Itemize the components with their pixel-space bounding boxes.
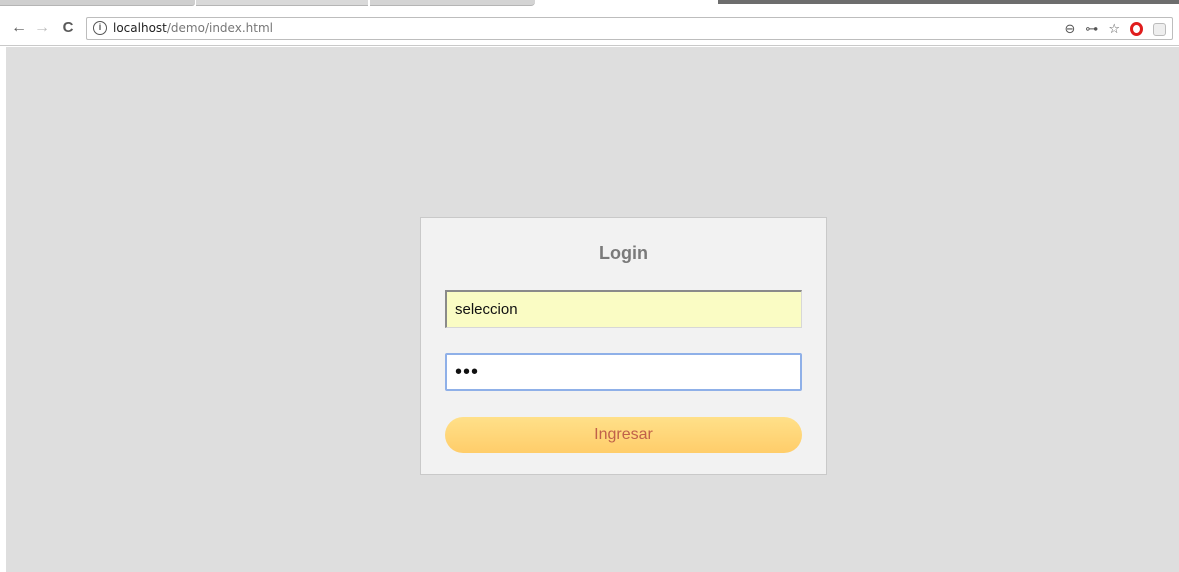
key-icon[interactable]: ⊶	[1085, 21, 1098, 37]
browser-toolbar: ← → C i localhost/demo/index.html ⊖ ⊶ ☆	[0, 12, 1179, 46]
login-panel: Login Ingresar	[420, 217, 827, 475]
back-button[interactable]: ←	[8, 17, 30, 39]
username-input[interactable]	[445, 290, 802, 328]
address-bar[interactable]: i localhost/demo/index.html ⊖ ⊶ ☆	[86, 17, 1173, 40]
login-title: Login	[599, 243, 648, 263]
login-submit-button[interactable]: Ingresar	[445, 417, 802, 453]
url-text[interactable]: localhost/demo/index.html	[113, 21, 273, 35]
browser-tab-3[interactable]	[370, 0, 535, 6]
browser-tab-active[interactable]	[718, 0, 1179, 4]
star-icon[interactable]: ☆	[1108, 21, 1120, 37]
tab-strip	[0, 0, 1179, 12]
page-body: Login Ingresar	[6, 47, 1179, 572]
forward-button[interactable]: →	[31, 17, 53, 39]
url-host: localhost	[113, 21, 167, 35]
url-path: /demo/index.html	[166, 21, 273, 35]
zoom-out-icon[interactable]: ⊖	[1064, 21, 1075, 37]
browser-tab-1[interactable]	[0, 0, 195, 6]
browser-tab-2[interactable]	[196, 0, 368, 6]
reload-button[interactable]: C	[57, 17, 79, 39]
info-icon[interactable]: i	[93, 21, 107, 35]
password-input[interactable]	[445, 353, 802, 391]
opera-icon[interactable]	[1130, 22, 1143, 36]
extension-icon[interactable]	[1153, 22, 1166, 36]
omnibox-actions: ⊖ ⊶ ☆	[1064, 19, 1166, 39]
